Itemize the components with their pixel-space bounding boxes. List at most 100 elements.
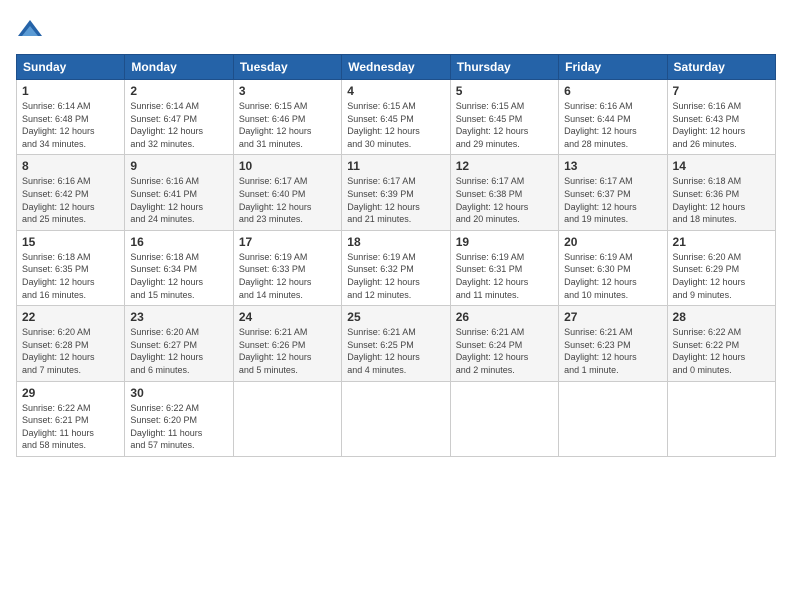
col-header-friday: Friday bbox=[559, 55, 667, 80]
day-cell-10: 10 Sunrise: 6:17 AMSunset: 6:40 PMDayligh… bbox=[233, 155, 341, 230]
day-cell-28: 28Sunrise: 6:22 AMSunset: 6:22 PMDayligh… bbox=[667, 306, 775, 381]
day-info: Sunrise: 6:15 AMSunset: 6:46 PMDaylight:… bbox=[239, 100, 336, 150]
day-info: Sunrise: 6:16 AMSunset: 6:44 PMDaylight:… bbox=[564, 100, 661, 150]
header bbox=[16, 16, 776, 44]
day-cell-17: 17Sunrise: 6:19 AMSunset: 6:33 PMDayligh… bbox=[233, 230, 341, 305]
empty-cell bbox=[342, 381, 450, 456]
day-cell-29: 29 Sunrise: 6:22 AMSunset: 6:21 PMDayligh… bbox=[17, 381, 125, 456]
day-number: 11 bbox=[347, 159, 444, 173]
day-cell-23: 23 Sunrise: 6:20 AMSunset: 6:27 PMDayligh… bbox=[125, 306, 233, 381]
day-info: Sunrise: 6:17 AMSunset: 6:40 PMDaylight:… bbox=[239, 175, 336, 225]
day-number: 23 bbox=[130, 310, 227, 324]
day-cell-24: 24 Sunrise: 6:21 AMSunset: 6:26 PMDayligh… bbox=[233, 306, 341, 381]
day-number: 13 bbox=[564, 159, 661, 173]
day-cell-8: 8 Sunrise: 6:16 AMSunset: 6:42 PMDaylight… bbox=[17, 155, 125, 230]
day-number: 6 bbox=[564, 84, 661, 98]
day-info: Sunrise: 6:19 AMSunset: 6:32 PMDaylight:… bbox=[347, 251, 444, 301]
day-info: Sunrise: 6:19 AMSunset: 6:31 PMDaylight:… bbox=[456, 251, 553, 301]
day-info: Sunrise: 6:21 AMSunset: 6:24 PMDaylight:… bbox=[456, 326, 553, 376]
day-cell-11: 11 Sunrise: 6:17 AMSunset: 6:39 PMDayligh… bbox=[342, 155, 450, 230]
day-cell-9: 9Sunrise: 6:16 AMSunset: 6:41 PMDaylight… bbox=[125, 155, 233, 230]
empty-cell bbox=[450, 381, 558, 456]
logo bbox=[16, 16, 48, 44]
day-number: 10 bbox=[239, 159, 336, 173]
day-cell-21: 21 Sunrise: 6:20 AMSunset: 6:29 PMDayligh… bbox=[667, 230, 775, 305]
empty-cell bbox=[667, 381, 775, 456]
empty-cell bbox=[559, 381, 667, 456]
week-row-2: 8 Sunrise: 6:16 AMSunset: 6:42 PMDaylight… bbox=[17, 155, 776, 230]
day-info: Sunrise: 6:20 AMSunset: 6:27 PMDaylight:… bbox=[130, 326, 227, 376]
day-cell-6: 6 Sunrise: 6:16 AMSunset: 6:44 PMDaylight… bbox=[559, 80, 667, 155]
week-row-5: 29 Sunrise: 6:22 AMSunset: 6:21 PMDayligh… bbox=[17, 381, 776, 456]
day-info: Sunrise: 6:20 AMSunset: 6:29 PMDaylight:… bbox=[673, 251, 770, 301]
day-info: Sunrise: 6:22 AMSunset: 6:21 PMDaylight:… bbox=[22, 402, 119, 452]
day-info: Sunrise: 6:20 AMSunset: 6:28 PMDaylight:… bbox=[22, 326, 119, 376]
day-cell-5: 5Sunrise: 6:15 AMSunset: 6:45 PMDaylight… bbox=[450, 80, 558, 155]
day-cell-26: 26 Sunrise: 6:21 AMSunset: 6:24 PMDayligh… bbox=[450, 306, 558, 381]
day-info: Sunrise: 6:19 AMSunset: 6:30 PMDaylight:… bbox=[564, 251, 661, 301]
col-header-monday: Monday bbox=[125, 55, 233, 80]
day-info: Sunrise: 6:21 AMSunset: 6:25 PMDaylight:… bbox=[347, 326, 444, 376]
calendar-header-row: SundayMondayTuesdayWednesdayThursdayFrid… bbox=[17, 55, 776, 80]
day-info: Sunrise: 6:22 AMSunset: 6:20 PMDaylight:… bbox=[130, 402, 227, 452]
day-cell-13: 13 Sunrise: 6:17 AMSunset: 6:37 PMDayligh… bbox=[559, 155, 667, 230]
page: SundayMondayTuesdayWednesdayThursdayFrid… bbox=[0, 0, 792, 612]
week-row-3: 15 Sunrise: 6:18 AMSunset: 6:35 PMDayligh… bbox=[17, 230, 776, 305]
week-row-1: 1Sunrise: 6:14 AMSunset: 6:48 PMDaylight… bbox=[17, 80, 776, 155]
day-info: Sunrise: 6:17 AMSunset: 6:39 PMDaylight:… bbox=[347, 175, 444, 225]
day-cell-18: 18 Sunrise: 6:19 AMSunset: 6:32 PMDayligh… bbox=[342, 230, 450, 305]
day-number: 14 bbox=[673, 159, 770, 173]
day-cell-19: 19 Sunrise: 6:19 AMSunset: 6:31 PMDayligh… bbox=[450, 230, 558, 305]
day-info: Sunrise: 6:21 AMSunset: 6:26 PMDaylight:… bbox=[239, 326, 336, 376]
day-cell-30: 30 Sunrise: 6:22 AMSunset: 6:20 PMDayligh… bbox=[125, 381, 233, 456]
col-header-wednesday: Wednesday bbox=[342, 55, 450, 80]
day-number: 4 bbox=[347, 84, 444, 98]
day-number: 19 bbox=[456, 235, 553, 249]
col-header-saturday: Saturday bbox=[667, 55, 775, 80]
day-number: 8 bbox=[22, 159, 119, 173]
day-info: Sunrise: 6:22 AMSunset: 6:22 PMDaylight:… bbox=[673, 326, 770, 376]
day-cell-22: 22 Sunrise: 6:20 AMSunset: 6:28 PMDayligh… bbox=[17, 306, 125, 381]
day-number: 12 bbox=[456, 159, 553, 173]
day-info: Sunrise: 6:14 AMSunset: 6:47 PMDaylight:… bbox=[130, 100, 227, 150]
day-info: Sunrise: 6:18 AMSunset: 6:36 PMDaylight:… bbox=[673, 175, 770, 225]
day-cell-7: 7Sunrise: 6:16 AMSunset: 6:43 PMDaylight… bbox=[667, 80, 775, 155]
day-number: 22 bbox=[22, 310, 119, 324]
day-info: Sunrise: 6:17 AMSunset: 6:38 PMDaylight:… bbox=[456, 175, 553, 225]
day-cell-12: 12 Sunrise: 6:17 AMSunset: 6:38 PMDayligh… bbox=[450, 155, 558, 230]
day-number: 24 bbox=[239, 310, 336, 324]
col-header-tuesday: Tuesday bbox=[233, 55, 341, 80]
day-number: 25 bbox=[347, 310, 444, 324]
day-cell-4: 4Sunrise: 6:15 AMSunset: 6:45 PMDaylight… bbox=[342, 80, 450, 155]
day-info: Sunrise: 6:18 AMSunset: 6:34 PMDaylight:… bbox=[130, 251, 227, 301]
day-info: Sunrise: 6:21 AMSunset: 6:23 PMDaylight:… bbox=[564, 326, 661, 376]
day-cell-20: 20 Sunrise: 6:19 AMSunset: 6:30 PMDayligh… bbox=[559, 230, 667, 305]
day-number: 9 bbox=[130, 159, 227, 173]
day-number: 15 bbox=[22, 235, 119, 249]
day-number: 5 bbox=[456, 84, 553, 98]
day-info: Sunrise: 6:17 AMSunset: 6:37 PMDaylight:… bbox=[564, 175, 661, 225]
day-cell-16: 16 Sunrise: 6:18 AMSunset: 6:34 PMDayligh… bbox=[125, 230, 233, 305]
day-number: 18 bbox=[347, 235, 444, 249]
day-cell-15: 15 Sunrise: 6:18 AMSunset: 6:35 PMDayligh… bbox=[17, 230, 125, 305]
day-number: 3 bbox=[239, 84, 336, 98]
empty-cell bbox=[233, 381, 341, 456]
day-info: Sunrise: 6:18 AMSunset: 6:35 PMDaylight:… bbox=[22, 251, 119, 301]
day-number: 30 bbox=[130, 386, 227, 400]
day-number: 16 bbox=[130, 235, 227, 249]
day-number: 2 bbox=[130, 84, 227, 98]
logo-icon bbox=[16, 16, 44, 44]
day-number: 26 bbox=[456, 310, 553, 324]
week-row-4: 22 Sunrise: 6:20 AMSunset: 6:28 PMDayligh… bbox=[17, 306, 776, 381]
day-number: 29 bbox=[22, 386, 119, 400]
day-number: 27 bbox=[564, 310, 661, 324]
day-info: Sunrise: 6:19 AMSunset: 6:33 PMDaylight:… bbox=[239, 251, 336, 301]
day-info: Sunrise: 6:16 AMSunset: 6:42 PMDaylight:… bbox=[22, 175, 119, 225]
day-number: 1 bbox=[22, 84, 119, 98]
day-number: 21 bbox=[673, 235, 770, 249]
day-cell-2: 2 Sunrise: 6:14 AMSunset: 6:47 PMDaylight… bbox=[125, 80, 233, 155]
day-cell-3: 3 Sunrise: 6:15 AMSunset: 6:46 PMDaylight… bbox=[233, 80, 341, 155]
day-number: 20 bbox=[564, 235, 661, 249]
calendar-table: SundayMondayTuesdayWednesdayThursdayFrid… bbox=[16, 54, 776, 457]
col-header-thursday: Thursday bbox=[450, 55, 558, 80]
